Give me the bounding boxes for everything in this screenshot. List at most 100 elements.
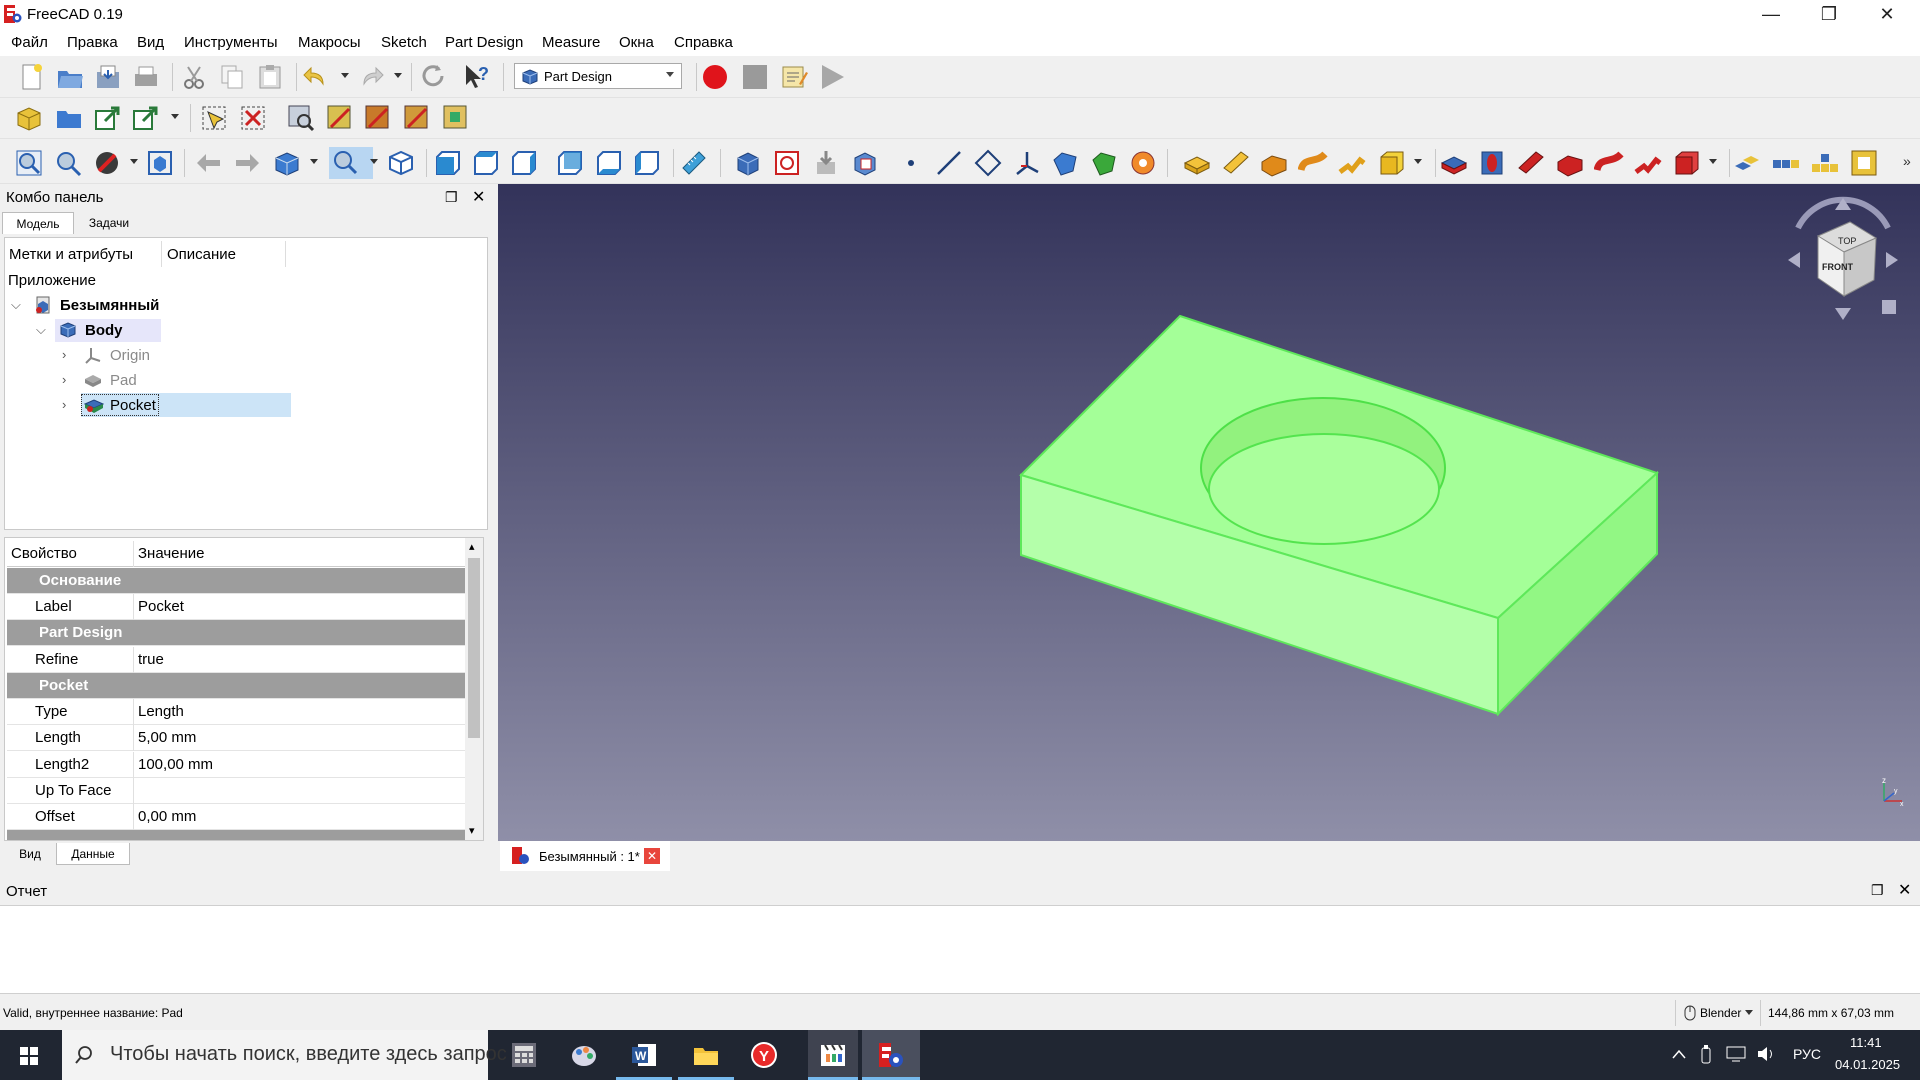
menu-windows[interactable]: Окна	[617, 34, 656, 51]
create-part-icon[interactable]	[14, 103, 44, 133]
measure-distance-icon[interactable]	[679, 148, 709, 178]
float-report-icon[interactable]: ❐	[1871, 882, 1884, 899]
shape-binder-icon[interactable]	[1050, 148, 1080, 178]
create-group-icon[interactable]	[54, 103, 84, 133]
menu-help[interactable]: Справка	[672, 34, 735, 51]
subtractive-pipe-icon[interactable]	[1594, 148, 1624, 178]
menu-file[interactable]: Файл	[9, 34, 50, 51]
fit-selection-zoom-icon[interactable]	[53, 148, 83, 178]
redo-icon[interactable]	[356, 62, 386, 92]
make-sublink-icon[interactable]	[131, 103, 161, 133]
additive-helix-icon[interactable]	[1337, 148, 1367, 178]
property-scrollbar[interactable]: ▴ ▾	[465, 538, 483, 840]
tree-item-pocket[interactable]: Pocket	[110, 397, 156, 414]
validate-sketch-icon[interactable]	[811, 148, 841, 178]
datum-plane-icon[interactable]	[973, 148, 1003, 178]
navigation-cube[interactable]: TOP FRONT	[1778, 188, 1908, 328]
local-coordinate-system-icon[interactable]	[1012, 148, 1042, 178]
property-group-pocket[interactable]: Pocket	[7, 673, 465, 699]
report-output[interactable]	[0, 905, 1920, 994]
std-views-dropdown-icon[interactable]	[310, 159, 318, 164]
zoom-active-icon[interactable]	[329, 147, 373, 179]
clone-icon[interactable]	[850, 148, 880, 178]
run-macro-icon[interactable]	[817, 62, 847, 92]
view-menu-cube-icon[interactable]	[1882, 300, 1896, 314]
cut-icon[interactable]	[179, 62, 209, 92]
property-row-length[interactable]: Length 5,00 mm	[7, 725, 465, 751]
scroll-down-icon[interactable]: ▾	[469, 824, 475, 837]
edit-macro-icon[interactable]	[779, 62, 809, 92]
create-sketch-icon[interactable]	[772, 148, 802, 178]
show-hidden-icons-icon[interactable]	[1671, 1048, 1687, 1060]
additive-primitive-icon[interactable]	[1376, 148, 1406, 178]
scrollbar-thumb[interactable]	[468, 558, 480, 738]
linear-pattern-icon[interactable]	[1771, 148, 1801, 178]
stop-macro-icon[interactable]	[740, 62, 770, 92]
chevron-down-icon[interactable]	[1745, 1010, 1753, 1015]
freecad-app[interactable]	[862, 1030, 920, 1080]
paint-app-icon[interactable]	[570, 1041, 598, 1069]
property-row-refine[interactable]: Refine true	[7, 647, 465, 673]
undo-icon[interactable]	[301, 62, 331, 92]
draw-style-icon[interactable]	[92, 148, 122, 178]
tree-header-description[interactable]: Описание	[167, 246, 236, 263]
mirrored-icon[interactable]	[1732, 148, 1762, 178]
additive-primitive-dropdown-icon[interactable]	[1414, 159, 1422, 164]
chevron-right-icon[interactable]: ›	[62, 397, 66, 412]
minimize-button[interactable]: —	[1742, 0, 1800, 30]
property-group-part-design[interactable]: Part Design	[7, 620, 465, 646]
value-column-header[interactable]: Значение	[138, 545, 205, 562]
property-group-base[interactable]: Основание	[7, 568, 465, 594]
windows-start-icon[interactable]	[20, 1047, 38, 1065]
menu-tools[interactable]: Инструменты	[182, 34, 280, 51]
menu-edit[interactable]: Правка	[65, 34, 120, 51]
draw-style-dropdown-icon[interactable]	[130, 159, 138, 164]
clock-date[interactable]: 04.01.2025	[1835, 1057, 1900, 1072]
additive-pipe-icon[interactable]	[1298, 148, 1328, 178]
revolution-icon[interactable]	[1221, 148, 1251, 178]
word-app[interactable]: W	[616, 1030, 672, 1080]
redo-dropdown-icon[interactable]	[394, 73, 402, 78]
document-tab[interactable]: Безымянный : 1* ✕	[500, 841, 670, 871]
bottom-view-icon[interactable]	[594, 148, 624, 178]
usb-device-icon[interactable]	[1700, 1044, 1712, 1064]
menu-part-design[interactable]: Part Design	[443, 34, 525, 51]
record-macro-icon[interactable]	[700, 62, 730, 92]
subtractive-primitive-dropdown-icon[interactable]	[1709, 159, 1717, 164]
subtractive-helix-icon[interactable]	[1633, 148, 1663, 178]
close-report-icon[interactable]: ✕	[1898, 880, 1911, 900]
toolbar-overflow-icon[interactable]: »	[1903, 153, 1911, 169]
calculator-app-icon[interactable]	[510, 1041, 538, 1069]
close-tab-icon[interactable]: ✕	[644, 848, 660, 864]
tree-item-origin[interactable]: Origin	[110, 347, 150, 364]
pocket-floor[interactable]	[1208, 433, 1440, 545]
menu-measure[interactable]: Measure	[540, 34, 602, 51]
yandex-browser-icon[interactable]: Y	[750, 1041, 778, 1069]
hole-icon[interactable]	[1477, 148, 1507, 178]
network-icon[interactable]	[1726, 1045, 1748, 1063]
multitransform-icon[interactable]	[1849, 148, 1879, 178]
volume-icon[interactable]	[1756, 1045, 1776, 1063]
right-view-icon[interactable]	[509, 148, 539, 178]
property-column-header[interactable]: Свойство	[11, 545, 77, 562]
tree-item-pad[interactable]: Pad	[110, 372, 137, 389]
explorer-app[interactable]	[678, 1030, 734, 1080]
menu-macros[interactable]: Макросы	[296, 34, 363, 51]
tree-item-body[interactable]: Body	[85, 322, 123, 339]
new-document-icon[interactable]	[16, 62, 46, 92]
link-dropdown-icon[interactable]	[171, 114, 179, 119]
open-document-icon[interactable]	[55, 62, 85, 92]
restore-button[interactable]: ❐	[1800, 0, 1858, 30]
close-button[interactable]: ✕	[1858, 0, 1916, 30]
select-bounding-box-icon[interactable]	[199, 103, 229, 133]
fit-selection-icon[interactable]	[325, 103, 355, 133]
toggle-all-icon[interactable]	[363, 103, 393, 133]
3d-viewport[interactable]: TOP FRONT z yx	[498, 184, 1920, 841]
zoom-dropdown-icon[interactable]	[370, 159, 378, 164]
groove-icon[interactable]	[1516, 148, 1546, 178]
video-editor-app[interactable]	[808, 1030, 858, 1080]
nav-arrow-right-icon[interactable]	[1886, 252, 1898, 268]
nav-arrow-down-icon[interactable]	[1835, 308, 1851, 320]
3d-model[interactable]	[498, 184, 1920, 841]
subtractive-loft-icon[interactable]	[1555, 148, 1585, 178]
